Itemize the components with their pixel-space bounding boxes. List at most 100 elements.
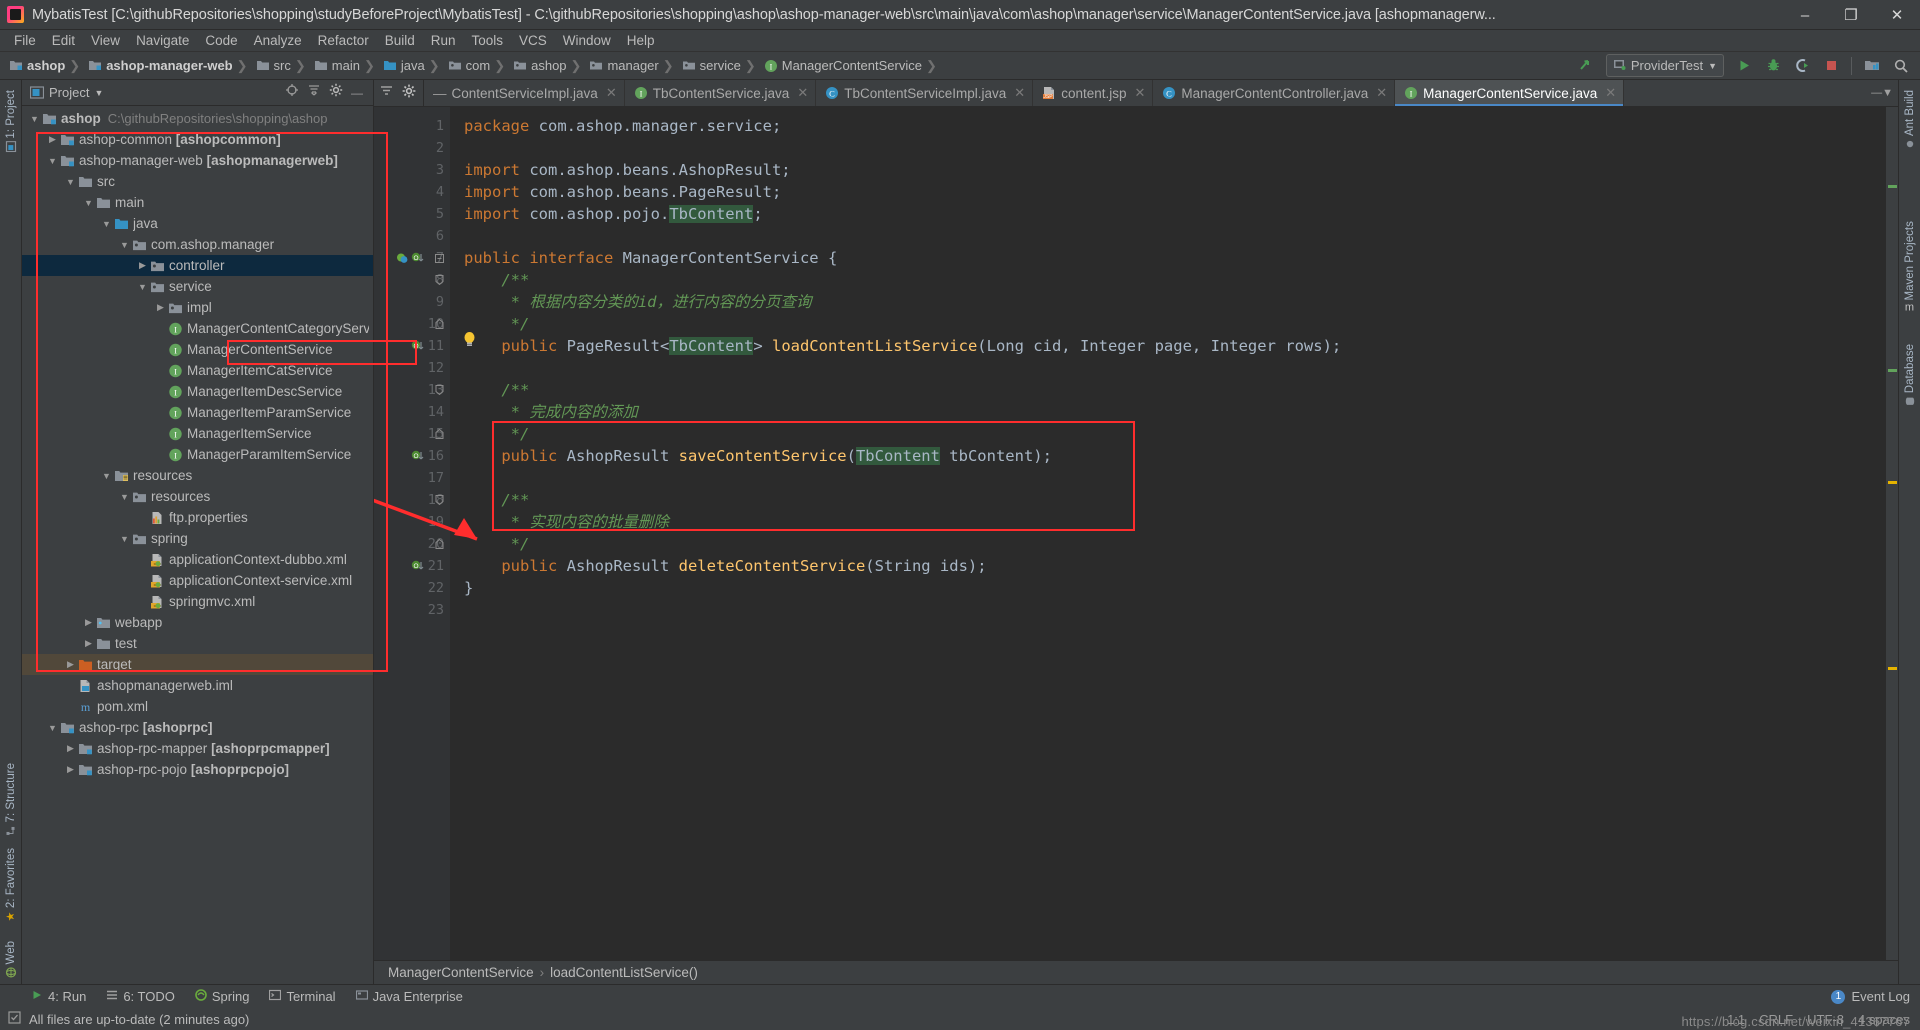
implemented-method-marker-icon[interactable]: O xyxy=(396,251,424,265)
chevron-right-icon[interactable]: ▶ xyxy=(82,638,95,649)
close-icon[interactable]: ✕ xyxy=(1376,85,1387,101)
editor-tab-managercontentcontroller[interactable]: C ManagerContentController.java ✕ xyxy=(1153,80,1396,106)
chevron-right-icon[interactable]: ▶ xyxy=(136,260,149,271)
gutter-line-1[interactable]: 1 xyxy=(374,115,450,137)
chevron-right-icon[interactable]: ▶ xyxy=(46,134,59,145)
implemented-method-marker-icon[interactable]: O xyxy=(411,339,424,353)
gutter-line-6[interactable]: 6 xyxy=(374,225,450,247)
tool-window-tab-ant-build[interactable]: Ant Build xyxy=(1902,84,1918,155)
gutter-line-23[interactable]: 23 xyxy=(374,599,450,621)
tree-node-test[interactable]: ▶ test xyxy=(22,633,373,654)
editor-scrollbar-marks[interactable] xyxy=(1886,107,1898,960)
debug-button[interactable] xyxy=(1760,54,1786,78)
tree-node-applicationcontext-service.xml[interactable]: ▶<?>applicationContext-service.xml xyxy=(22,570,373,591)
menu-help[interactable]: Help xyxy=(619,31,663,50)
tool-window-button-spring[interactable]: Spring xyxy=(186,987,259,1006)
project-structure-button[interactable] xyxy=(1859,54,1885,78)
menu-vcs[interactable]: VCS xyxy=(511,31,555,50)
tree-node-manageritemservice[interactable]: ▶IManagerItemService xyxy=(22,423,373,444)
tool-window-tab-maven-projects[interactable]: m Maven Projects xyxy=(1902,215,1918,318)
tree-node-spring[interactable]: ▼ spring xyxy=(22,528,373,549)
editor-tab-content-jsp[interactable]: JSP content.jsp ✕ xyxy=(1033,80,1154,106)
gutter-line-18[interactable]: 18 xyxy=(374,489,450,511)
tree-node-springmvc.xml[interactable]: ▶<?>springmvc.xml xyxy=(22,591,373,612)
tree-node-impl[interactable]: ▶ impl xyxy=(22,297,373,318)
breadcrumb-com[interactable]: com ❯ xyxy=(443,55,508,77)
code-fold-close-icon[interactable] xyxy=(435,319,444,329)
tool-window-button-todo[interactable]: 6: TODO xyxy=(97,987,184,1006)
gutter-line-5[interactable]: 5 xyxy=(374,203,450,225)
gutter-line-21[interactable]: O 21 xyxy=(374,555,450,577)
chevron-right-icon[interactable]: ▶ xyxy=(154,302,167,313)
tree-node-ashop-manager-web[interactable]: ▼ ashop-manager-web [ashopmanagerweb] xyxy=(22,150,373,171)
menu-build[interactable]: Build xyxy=(377,31,423,50)
close-icon[interactable]: ✕ xyxy=(1135,85,1146,101)
tree-node-ashop-rpc-pojo[interactable]: ▶ ashop-rpc-pojo [ashoprpcpojo] xyxy=(22,759,373,780)
code-fold-open-icon[interactable] xyxy=(435,385,444,395)
tree-node-managercontentcategoryservice[interactable]: ▶IManagerContentCategoryService xyxy=(22,318,373,339)
chevron-down-icon[interactable]: ▼ xyxy=(46,723,59,733)
breadcrumb-service[interactable]: service ❯ xyxy=(677,55,759,77)
breadcrumb-java[interactable]: java ❯ xyxy=(378,55,443,77)
tool-window-button-terminal[interactable]: Terminal xyxy=(260,987,344,1006)
chevron-right-icon[interactable]: ▶ xyxy=(64,659,77,670)
tool-window-tab-favorites[interactable]: ★ 2: Favorites xyxy=(3,842,19,930)
close-button[interactable]: ✕ xyxy=(1874,0,1920,30)
code-fold-open-icon[interactable] xyxy=(435,275,444,285)
chevron-right-icon[interactable]: ▶ xyxy=(64,743,77,754)
tree-node-src[interactable]: ▼ src xyxy=(22,171,373,192)
gutter-line-19[interactable]: 19 xyxy=(374,511,450,533)
collapse-all-icon[interactable] xyxy=(307,83,321,102)
tool-window-tab-structure[interactable]: 7: Structure xyxy=(3,757,19,842)
chevron-right-icon[interactable]: ▶ xyxy=(64,764,77,775)
chevron-down-icon[interactable]: ▼ xyxy=(100,471,113,481)
editor-tab-tbcontentservice[interactable]: I TbContentService.java ✕ xyxy=(624,80,817,106)
tree-node-ashop[interactable]: ▼ ashop C:\githubRepositories\shopping\ash… xyxy=(22,108,373,129)
editor-tab-contentserviceimpl[interactable]: — ContentServiceImpl.java ✕ xyxy=(424,80,625,106)
gutter-line-8[interactable]: 8 xyxy=(374,269,450,291)
gutter-line-13[interactable]: 13 xyxy=(374,379,450,401)
menu-view[interactable]: View xyxy=(83,31,128,50)
tree-node-service[interactable]: ▼ service xyxy=(22,276,373,297)
tree-node-main[interactable]: ▼ main xyxy=(22,192,373,213)
gutter-line-16[interactable]: O 16 xyxy=(374,445,450,467)
tree-node-manageritemcatservice[interactable]: ▶IManagerItemCatService xyxy=(22,360,373,381)
menu-code[interactable]: Code xyxy=(197,31,245,50)
chevron-down-icon[interactable]: ▼ xyxy=(118,492,131,502)
gutter-line-4[interactable]: 4 xyxy=(374,181,450,203)
tree-node-managerparamitemservice[interactable]: ▶IManagerParamItemService xyxy=(22,444,373,465)
chevron-down-icon[interactable]: ▼ xyxy=(100,219,113,229)
tree-node-com.ashop.manager[interactable]: ▼ com.ashop.manager xyxy=(22,234,373,255)
menu-window[interactable]: Window xyxy=(555,31,619,50)
tree-node-ashop-common[interactable]: ▶ ashop-common [ashopcommon] xyxy=(22,129,373,150)
tool-window-tab-database[interactable]: Database xyxy=(1902,338,1918,412)
menu-file[interactable]: File xyxy=(6,31,44,50)
chevron-down-icon[interactable]: ▼ xyxy=(64,177,77,187)
close-icon[interactable]: ✕ xyxy=(797,85,808,101)
breadcrumb-ashop-manager-web[interactable]: ashop-manager-web ❯ xyxy=(83,55,250,77)
chevron-down-icon[interactable]: ▼ xyxy=(28,114,41,124)
tree-node-java[interactable]: ▼ java xyxy=(22,213,373,234)
tree-node-ashop-rpc[interactable]: ▼ ashop-rpc [ashoprpc] xyxy=(22,717,373,738)
hide-panel-icon[interactable]: — xyxy=(351,86,363,100)
close-icon[interactable]: ✕ xyxy=(1605,85,1616,101)
breadcrumb-main[interactable]: main ❯ xyxy=(309,55,378,77)
close-icon[interactable]: ✕ xyxy=(1014,85,1025,101)
gutter-line-17[interactable]: 17 xyxy=(374,467,450,489)
tree-node-ashopmanagerweb.iml[interactable]: ▶ashopmanagerweb.iml xyxy=(22,675,373,696)
run-configuration-selector[interactable]: ProviderTest ▼ xyxy=(1605,54,1724,77)
editor-code-text[interactable]: package com.ashop.manager.service; impor… xyxy=(450,107,1898,960)
chevron-down-icon[interactable]: ▼ xyxy=(94,88,103,98)
sort-tabs-icon[interactable] xyxy=(380,84,394,102)
search-everywhere-icon[interactable] xyxy=(1888,54,1914,78)
gutter-line-10[interactable]: 10 xyxy=(374,313,450,335)
maximize-button[interactable]: ❐ xyxy=(1828,0,1874,30)
chevron-right-icon[interactable]: ▶ xyxy=(82,617,95,628)
editor-gutter[interactable]: 1 2 3 4 5 6 O 7 8 9 10 O 11 12 13 14 15 O 16 17 18 19 20 O 21 22 2… xyxy=(374,107,450,960)
menu-run[interactable]: Run xyxy=(423,31,464,50)
code-editor[interactable]: 1 2 3 4 5 6 O 7 8 9 10 O 11 12 13 14 15 O 16 17 18 19 20 O 21 22 2… xyxy=(374,107,1898,960)
breadcrumb-class[interactable]: ManagerContentService xyxy=(388,965,534,980)
code-fold-close-icon[interactable] xyxy=(435,539,444,549)
stop-button[interactable] xyxy=(1818,54,1844,78)
editor-tab-tbcontentserviceimpl[interactable]: C TbContentServiceImpl.java ✕ xyxy=(816,80,1034,106)
